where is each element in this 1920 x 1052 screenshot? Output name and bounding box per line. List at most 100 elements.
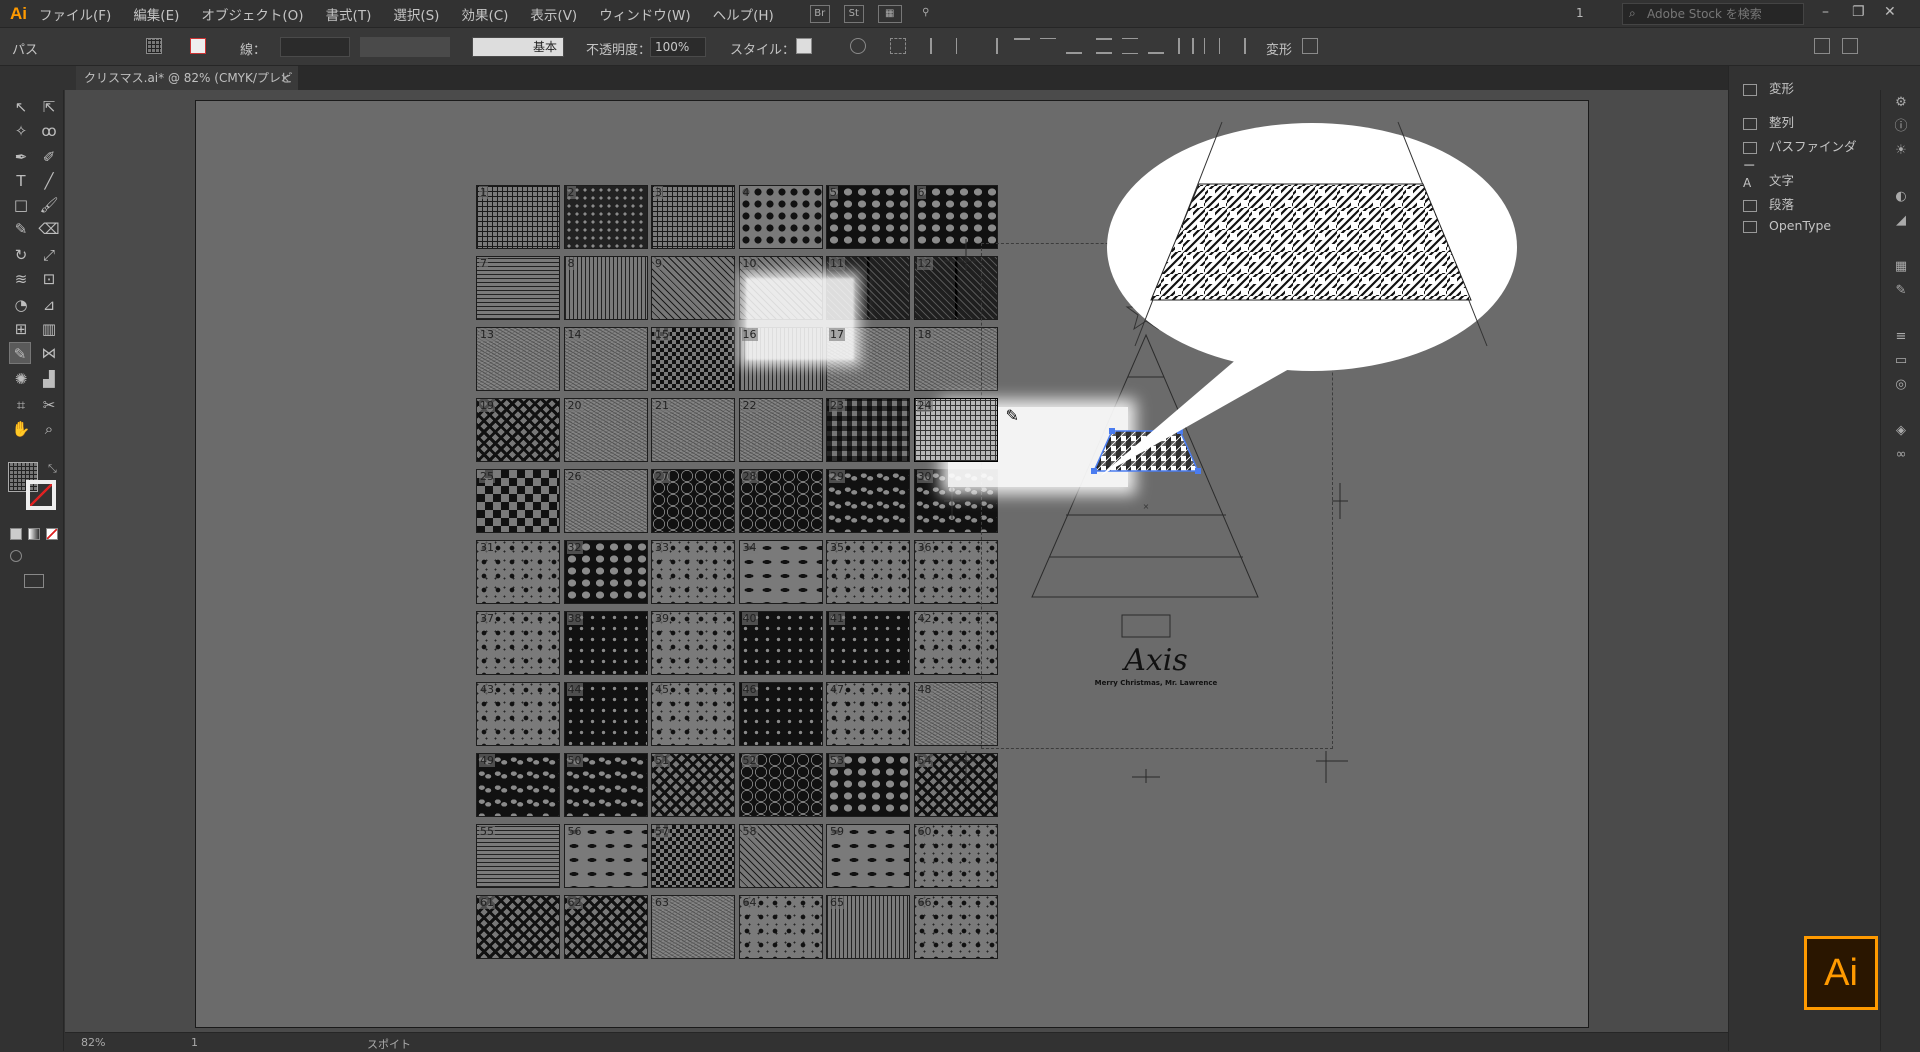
brushes-icon[interactable]: ✎ [1893,284,1909,298]
menu-object[interactable]: オブジェクト(O) [201,4,303,24]
align-bottom-icon[interactable] [1066,38,1082,54]
panel-transform[interactable]: 変形 [1743,78,1794,97]
pattern-swatch[interactable]: 2 [563,185,648,249]
menu-type[interactable]: 書式(T) [326,4,372,24]
panel-opentype[interactable]: OpenType [1743,218,1831,233]
stock-search-input[interactable]: Adobe Stock を検索 [1622,3,1804,25]
links-icon[interactable]: ∞ [1893,448,1909,462]
swap-fill-stroke-icon[interactable]: ⤡ [48,462,57,476]
align-to-icon[interactable] [890,38,906,54]
pattern-swatch[interactable]: 45 [651,682,735,746]
stroke-icon[interactable]: ≡ [1893,330,1909,344]
pattern-swatch[interactable]: 4 [738,185,823,249]
pattern-swatch[interactable]: 44 [563,682,648,746]
pattern-swatch[interactable]: 53 [826,753,910,817]
pattern-swatch[interactable]: 22 [738,398,823,462]
pattern-swatch[interactable]: 58 [738,824,823,888]
direct-selection-tool-icon[interactable]: ⇱ [38,96,60,118]
swatches-icon[interactable]: ▦ [1893,260,1909,274]
panel-arrange-icon[interactable] [1814,38,1830,54]
close-tab-icon[interactable]: × [280,66,290,90]
pattern-swatch[interactable]: 14 [563,327,648,391]
warp-tool-icon[interactable]: ≋ [10,268,32,290]
screen-mode-icon[interactable] [24,574,44,588]
magic-wand-tool-icon[interactable]: ✧ [10,120,32,142]
mesh-tool-icon[interactable]: ⊞ [10,318,32,340]
zoom-level[interactable]: 82% [81,1036,105,1049]
line-tool-icon[interactable]: ╱ [38,170,60,192]
pattern-swatch[interactable]: 25 [476,469,560,533]
pattern-swatch[interactable]: 52 [738,753,823,817]
pattern-swatch[interactable]: 65 [826,895,910,959]
pattern-swatch[interactable]: 37 [476,611,560,675]
menu-effect[interactable]: 効果(C) [461,4,508,24]
pattern-swatch[interactable]: 13 [476,327,560,391]
pattern-swatch[interactable]: 66 [913,895,998,959]
distribute-left-icon[interactable] [1178,38,1194,54]
pattern-swatch[interactable]: 33 [651,540,735,604]
menu-view[interactable]: 表示(V) [530,4,577,24]
stroke-swatch-icon[interactable] [190,38,206,54]
pattern-swatch[interactable]: 62 [563,895,648,959]
slice-tool-icon[interactable]: ✂ [38,394,60,416]
panel-paragraph[interactable]: 段落 [1743,194,1794,213]
pattern-swatch[interactable]: 64 [738,895,823,959]
color-icon[interactable]: ◐ [1893,190,1909,204]
stroke-color-swatch[interactable] [26,480,56,510]
pattern-swatch[interactable]: 59 [826,824,910,888]
gradient-tool-icon[interactable]: ▥ [38,318,60,340]
shape-builder-tool-icon[interactable]: ◔ [10,294,32,316]
pattern-swatch[interactable]: 63 [651,895,735,959]
pattern-swatch[interactable]: 43 [476,682,560,746]
none-mode-icon[interactable] [46,528,58,540]
lasso-tool-icon[interactable]: ꝏ [38,120,60,142]
pattern-swatch[interactable]: 1 [476,185,560,249]
pattern-swatch[interactable]: 32 [563,540,648,604]
pattern-swatch[interactable]: 31 [476,540,560,604]
draw-mode-icon[interactable] [10,550,22,562]
close-window-icon[interactable]: ✕ [1884,4,1896,20]
pattern-swatch[interactable]: 55 [476,824,560,888]
pattern-swatch[interactable]: 19 [476,398,560,462]
pattern-swatch[interactable]: 39 [651,611,735,675]
symbol-sprayer-tool-icon[interactable]: ✺ [10,368,32,390]
perspective-grid-tool-icon[interactable]: ⊿ [38,294,60,316]
color-mode-icon[interactable] [10,528,22,540]
pattern-swatch[interactable]: 38 [563,611,648,675]
pattern-swatch[interactable]: 41 [826,611,910,675]
brush-definition-select[interactable]: 基本 [472,37,564,57]
arrange-documents-icon[interactable]: ▦ [877,4,902,23]
pattern-swatch[interactable]: 9 [651,256,735,320]
opacity-input[interactable]: 100% [650,37,706,57]
pattern-swatch[interactable]: 51 [651,753,735,817]
menu-edit[interactable]: 編集(E) [133,4,179,24]
gradient-mode-icon[interactable] [28,528,40,540]
variable-width-profile[interactable] [360,37,450,57]
recolor-artwork-icon[interactable] [850,38,866,54]
stock-button[interactable]: St [843,4,864,23]
curvature-tool-icon[interactable]: ✐ [38,146,60,168]
panel-pathfinder[interactable]: パスファインダー [1743,136,1860,174]
color-guide-icon[interactable]: ◢ [1893,214,1909,228]
appearance-icon[interactable]: ⚙ [1893,96,1909,110]
align-left-icon[interactable] [930,38,946,54]
pattern-swatch[interactable]: 50 [563,753,648,817]
restore-icon[interactable]: ❐ [1852,4,1865,20]
rotate-tool-icon[interactable]: ↻ [10,244,32,266]
pattern-swatch[interactable]: 61 [476,895,560,959]
pattern-swatch[interactable]: 28 [738,469,823,533]
pattern-swatch[interactable]: 49 [476,753,560,817]
pattern-swatch[interactable]: 35 [826,540,910,604]
pattern-swatch[interactable]: 40 [738,611,823,675]
distribute-right-icon[interactable] [1230,38,1246,54]
minimize-icon[interactable]: – [1822,4,1829,20]
pattern-swatch[interactable]: 23 [826,398,910,462]
menu-select[interactable]: 選択(S) [393,4,439,24]
align-middle-icon[interactable] [1040,38,1056,54]
isolate-icon[interactable] [1302,38,1318,54]
distribute-center-icon[interactable] [1204,38,1220,54]
distribute-middle-icon[interactable] [1122,38,1138,54]
transparency-icon[interactable]: ◎ [1893,378,1909,392]
pattern-swatch[interactable]: 15 [651,327,735,391]
pattern-swatch[interactable]: 26 [563,469,648,533]
